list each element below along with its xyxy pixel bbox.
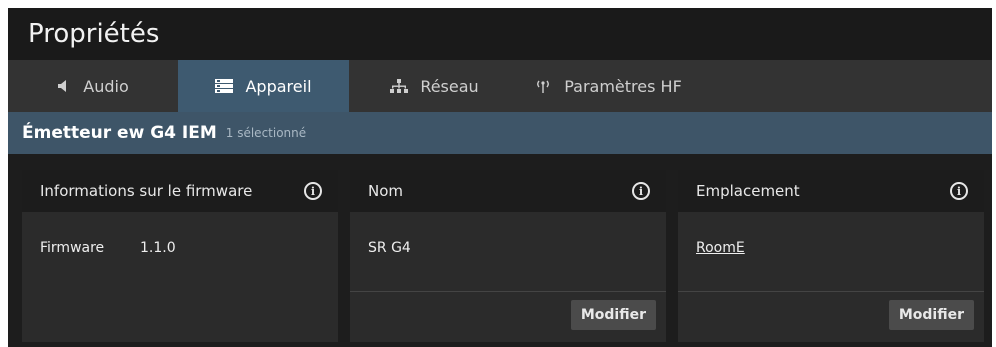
tab-parametres-hf-label: Paramètres HF [564, 76, 682, 96]
window-title: Propriétés [28, 19, 160, 49]
location-card: Emplacement i RoomE Modifier [678, 170, 984, 342]
tab-audio-label: Audio [83, 76, 129, 96]
tab-appareil[interactable]: Appareil [178, 60, 349, 112]
firmware-card-header: Informations sur le firmware i [22, 170, 338, 212]
firmware-card: Informations sur le firmware i Firmware … [22, 170, 338, 342]
modify-location-button[interactable]: Modifier [888, 300, 974, 330]
antenna-icon [534, 79, 552, 93]
device-header: Émetteur ew G4 IEM 1 sélectionné [8, 112, 992, 154]
firmware-card-title: Informations sur le firmware [40, 182, 253, 200]
name-card-footer: Modifier [350, 291, 666, 342]
selection-count: 1 sélectionné [225, 126, 307, 140]
tab-reseau[interactable]: Réseau [349, 60, 520, 112]
modify-name-button[interactable]: Modifier [570, 300, 656, 330]
name-card-title: Nom [368, 182, 404, 200]
location-link[interactable]: RoomE [696, 240, 745, 256]
info-icon[interactable]: i [304, 182, 322, 200]
firmware-version: 1.1.0 [140, 240, 176, 256]
name-card: Nom i SR G4 Modifier [350, 170, 666, 342]
device-name-value: SR G4 [368, 240, 411, 256]
network-icon [390, 79, 409, 93]
title-bar: Propriétés [8, 8, 992, 60]
location-card-title: Emplacement [696, 182, 800, 200]
info-icon[interactable]: i [632, 182, 650, 200]
info-icon[interactable]: i [950, 182, 968, 200]
tab-audio[interactable]: Audio [8, 60, 178, 112]
tab-appareil-label: Appareil [245, 76, 312, 96]
location-card-header: Emplacement i [678, 170, 984, 212]
properties-window: Propriétés Audio Appareil Réseau Paramèt… [8, 8, 992, 347]
device-icon [215, 79, 234, 93]
name-card-header: Nom i [350, 170, 666, 212]
tab-bar: Audio Appareil Réseau Paramètres HF [8, 60, 992, 112]
speaker-icon [57, 79, 71, 93]
tab-parametres-hf[interactable]: Paramètres HF [520, 60, 696, 112]
firmware-label: Firmware [40, 240, 105, 256]
tab-reseau-label: Réseau [420, 76, 479, 96]
property-cards: Informations sur le firmware i Firmware … [22, 170, 992, 342]
device-name: Émetteur ew G4 IEM [22, 123, 217, 143]
location-card-footer: Modifier [678, 291, 984, 342]
